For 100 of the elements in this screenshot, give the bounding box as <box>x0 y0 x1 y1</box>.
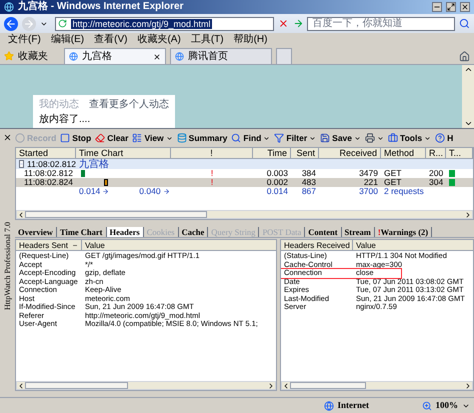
scroll-left-icon[interactable] <box>282 382 290 390</box>
time-cell-text: 0.003 <box>266 169 289 178</box>
group-row[interactable]: 11:08:02.812 九宫格 <box>16 159 473 169</box>
detail-tab[interactable]: Content <box>305 227 342 237</box>
warning-cell-text: ! <box>210 169 214 178</box>
detail-tab[interactable]: Stream <box>342 227 375 237</box>
tools-button[interactable]: Tools <box>388 132 432 144</box>
maximize-icon[interactable] <box>446 2 456 12</box>
menu-item[interactable]: 收藏夹(A) <box>137 34 181 46</box>
horizontal-scrollbar[interactable] <box>16 210 473 219</box>
total-time-cell-text: 0.014 <box>266 187 289 196</box>
column-header[interactable]: Value <box>82 240 108 250</box>
horizontal-scrollbar[interactable] <box>281 381 473 390</box>
view-button[interactable]: View <box>132 132 173 144</box>
more-link[interactable]: 查看更多个人动态 <box>89 97 169 112</box>
menu-item[interactable]: 帮助(H) <box>234 34 268 46</box>
find-button[interactable]: Find <box>231 132 270 144</box>
search-icon[interactable] <box>459 18 470 29</box>
scroll-up-icon[interactable] <box>464 65 472 74</box>
record-icon <box>15 133 25 143</box>
refresh-icon[interactable] <box>58 19 68 28</box>
request-row[interactable]: 11:08:02.824 ! 0.002 483 221 GET 304 <box>16 178 473 187</box>
stop-icon[interactable] <box>278 18 289 29</box>
zoom-icon[interactable] <box>422 400 432 410</box>
close-icon[interactable] <box>3 133 12 142</box>
column-header[interactable]: Time <box>253 148 291 158</box>
save-button[interactable]: Save <box>320 132 362 144</box>
menu-item[interactable]: 文件(F) <box>8 34 41 46</box>
search-field[interactable]: 百度一下，你就知道 <box>307 16 456 30</box>
filter-button[interactable]: Filter <box>274 132 316 144</box>
page-title-cell-text: 九宫格 <box>78 160 110 168</box>
timing-bar <box>81 170 85 177</box>
detail-tab[interactable]: Headers <box>106 227 144 237</box>
page-icon <box>175 52 184 61</box>
column-header[interactable]: Value <box>353 240 379 250</box>
print-icon <box>365 133 376 143</box>
column-header[interactable]: Headers Sent <box>19 240 68 250</box>
sent-cell-text: 384 <box>300 169 317 178</box>
time-cell: 11:08:02.812 <box>27 160 76 168</box>
column-header[interactable]: Method <box>381 148 426 158</box>
collapse-icon[interactable] <box>19 160 24 168</box>
product-label: HttpWatch Professional 7.0 <box>2 222 13 310</box>
menu-item[interactable]: 工具(T) <box>190 34 224 46</box>
column-header[interactable]: Time Chart <box>76 148 171 158</box>
close-tab-icon[interactable] <box>153 52 161 60</box>
detail-tab[interactable]: Cache <box>178 227 208 237</box>
menu-item[interactable]: 查看(V) <box>94 34 128 46</box>
scroll-down-icon[interactable] <box>464 119 472 128</box>
total-sent-cell-text: 867 <box>300 187 317 196</box>
browser-tab[interactable]: 九宫格 <box>64 48 166 64</box>
history-caret-icon[interactable] <box>40 20 48 28</box>
column-header[interactable]: Headers Received <box>284 240 350 250</box>
column-header[interactable]: T... <box>446 148 473 158</box>
result-cell-text: 200 <box>428 169 444 178</box>
page-icon <box>69 52 78 61</box>
favorites-star-icon[interactable] <box>4 51 14 61</box>
column-header[interactable]: Sent <box>291 148 319 158</box>
address-field[interactable]: http://meteoric.com/gtj/9_mod.html <box>55 16 274 30</box>
home-icon[interactable] <box>459 51 470 62</box>
clear-button[interactable]: Clear <box>95 132 128 144</box>
detail-tab[interactable]: !Warnings (2) <box>374 227 432 237</box>
go-icon[interactable] <box>292 18 304 29</box>
detail-tab[interactable]: Overview <box>15 227 57 237</box>
back-icon[interactable] <box>4 16 18 30</box>
column-header[interactable]: Started <box>16 148 76 158</box>
method-cell-text: GET <box>383 169 402 178</box>
scroll-right-icon[interactable] <box>464 210 472 218</box>
column-header[interactable]: R... <box>426 148 446 158</box>
column-header[interactable]: Received <box>319 148 381 158</box>
time-cell-text: 11:08:02.812 <box>23 169 74 178</box>
save-icon <box>320 133 330 143</box>
close-icon[interactable] <box>460 2 470 12</box>
vertical-scrollbar[interactable] <box>462 65 474 128</box>
scrollbar-thumb[interactable] <box>25 382 128 389</box>
tab-label: 腾讯首页 <box>188 50 229 62</box>
scroll-right-icon[interactable] <box>267 382 275 390</box>
received-cell-text: 221 <box>362 178 379 187</box>
total-start-cell: 0.014 <box>79 187 100 196</box>
scroll-left-icon[interactable] <box>17 210 25 218</box>
summary-button[interactable]: Summary <box>176 132 228 144</box>
caret-icon <box>309 134 316 142</box>
column-header[interactable]: ! <box>171 148 253 158</box>
scroll-left-icon[interactable] <box>17 382 25 390</box>
time-cell-text: 0.002 <box>266 178 289 187</box>
zoom-level[interactable]: 100% <box>436 398 458 412</box>
horizontal-scrollbar[interactable] <box>16 381 276 390</box>
help-button[interactable]: H <box>435 132 454 144</box>
card-item: 放内容了.... <box>39 114 92 126</box>
minimize-icon[interactable] <box>432 2 442 12</box>
caret-icon <box>263 134 270 142</box>
browser-tab[interactable]: 腾讯首页 <box>170 48 272 64</box>
scroll-right-icon[interactable] <box>464 382 472 390</box>
menu-item[interactable]: 编辑(E) <box>50 34 84 46</box>
favorites-button[interactable]: 收藏夹 <box>18 48 48 64</box>
arrow-icon <box>102 188 110 195</box>
stop-button[interactable]: Stop <box>60 132 92 144</box>
scrollbar-thumb[interactable] <box>25 211 207 218</box>
print-button[interactable] <box>365 133 384 143</box>
time-cell-text: 11:08:02.824 <box>23 178 74 187</box>
scrollbar-thumb[interactable] <box>290 382 366 389</box>
